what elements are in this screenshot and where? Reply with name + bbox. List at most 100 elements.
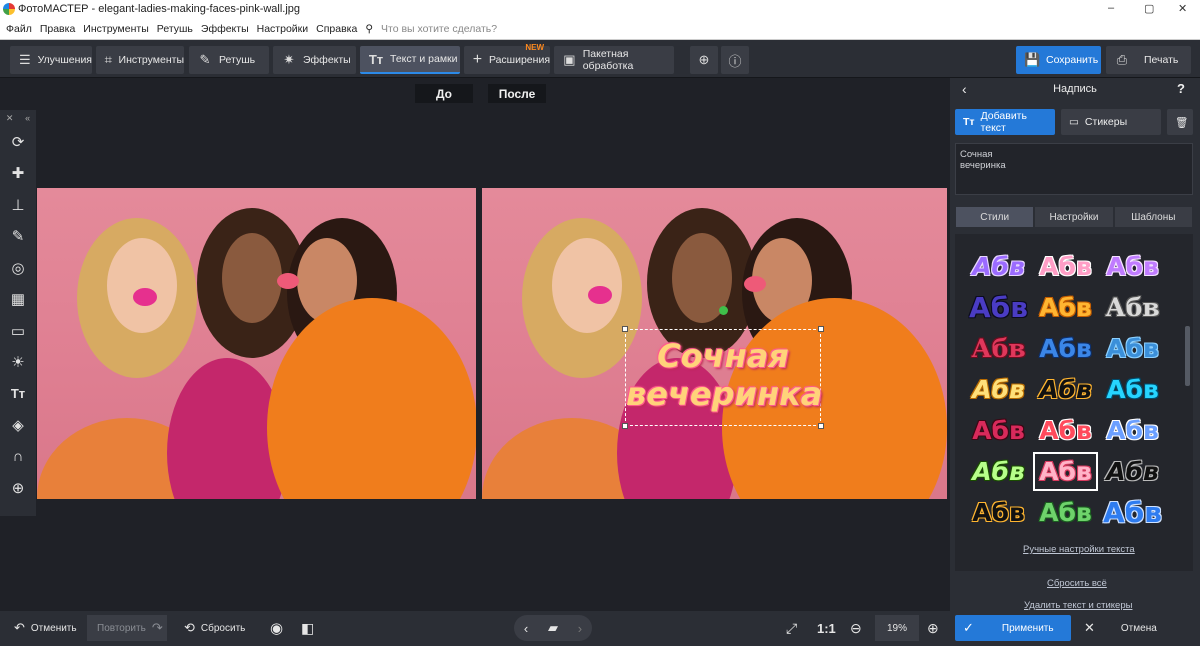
stickers-button[interactable]: ▭ Стикеры xyxy=(1061,109,1161,135)
text-style-swatch[interactable]: Абв xyxy=(1099,410,1166,451)
preview-eye-icon[interactable]: ◉ xyxy=(270,615,290,641)
menu-bar: Файл Правка Инструменты Ретушь Эффекты Н… xyxy=(0,18,1200,40)
zoom-in-icon[interactable]: ⊕ xyxy=(927,615,943,641)
delete-text-link[interactable]: Удалить текст и стикеры xyxy=(1024,600,1132,611)
text-style-swatch[interactable]: Абв xyxy=(1099,451,1166,492)
help-icon[interactable]: ? xyxy=(1177,81,1185,96)
text-style-swatch[interactable]: Абв xyxy=(1099,492,1166,533)
tab-tools[interactable]: ⌗ Инструменты xyxy=(96,46,184,74)
redo-button[interactable]: Повторить ↷ xyxy=(87,615,167,641)
text-style-swatch[interactable]: Абв xyxy=(1032,410,1099,451)
apply-button[interactable]: ✓ Применить xyxy=(955,615,1071,641)
text-style-swatch[interactable]: Абв xyxy=(1032,451,1099,492)
stamp-tool-icon[interactable]: ⊥ xyxy=(0,189,36,221)
fill-tool-icon[interactable]: ◈ xyxy=(0,410,36,442)
preset-info-icon: ⓘ xyxy=(728,53,742,69)
tab-styles[interactable]: Стили xyxy=(955,206,1035,228)
styles-scrollbar[interactable] xyxy=(1182,234,1193,571)
undo-icon: ↶ xyxy=(14,620,25,635)
rotate-handle[interactable] xyxy=(719,306,728,315)
tab-extensions[interactable]: + Расширения NEW xyxy=(464,43,550,74)
app-logo-icon xyxy=(3,3,15,15)
back-arrow-icon[interactable]: ‹ xyxy=(962,81,967,97)
search-input[interactable]: Что вы хотите сделать? xyxy=(381,23,497,35)
reset-all-link[interactable]: Сбросить всё xyxy=(1047,578,1107,589)
menu-retouch[interactable]: Ретушь xyxy=(157,23,193,35)
text-style-swatch[interactable]: Абв xyxy=(1032,328,1099,369)
text-style-swatch[interactable]: Абв xyxy=(965,369,1032,410)
text-style-swatch[interactable]: Абв xyxy=(965,492,1032,533)
tab-text-and-frames[interactable]: Tт Текст и рамки xyxy=(360,46,460,74)
text-style-swatch[interactable]: Абв xyxy=(1099,287,1166,328)
redo-icon: ↷ xyxy=(151,620,163,635)
batch-icon: ▣ xyxy=(563,52,576,67)
resize-handle-tr[interactable] xyxy=(818,326,824,332)
close-panel-icon[interactable]: ✕ xyxy=(6,113,14,124)
text-style-swatch[interactable]: Абв xyxy=(1099,328,1166,369)
cancel-button[interactable]: ✕ Отмена xyxy=(1078,615,1193,641)
scrollbar-thumb[interactable] xyxy=(1185,326,1190,386)
menu-tools[interactable]: Инструменты xyxy=(83,23,148,35)
text-style-swatch[interactable]: Абв xyxy=(965,246,1032,287)
fit-screen-icon[interactable]: ⤢ xyxy=(786,615,804,641)
tab-retouch[interactable]: ✎ Ретушь xyxy=(189,46,269,74)
zoom-100-button[interactable]: 1:1 xyxy=(817,615,839,641)
text-style-swatch[interactable]: Абв xyxy=(1032,492,1099,533)
next-file-icon[interactable]: › xyxy=(578,621,582,636)
close-button[interactable]: ✕ xyxy=(1178,2,1187,15)
add-text-button[interactable]: Tт Добавить текст xyxy=(955,109,1055,135)
manual-settings-link[interactable]: Ручные настройки текста xyxy=(1023,544,1135,555)
text-style-swatch[interactable]: Абв xyxy=(1032,246,1099,287)
zoom-level-field[interactable]: 19% xyxy=(875,615,919,641)
tab-effects[interactable]: ✷ Эффекты xyxy=(273,46,356,74)
reset-button[interactable]: ⟲ Сбросить xyxy=(184,615,250,641)
radial-filter-icon[interactable]: ◎ xyxy=(0,252,36,284)
text-overlay-box[interactable]: Сочная вечеринка xyxy=(622,306,824,429)
maximize-button[interactable]: ▢ xyxy=(1144,2,1154,15)
folder-icon[interactable]: ▰ xyxy=(548,620,558,636)
vignette-icon[interactable]: ▭ xyxy=(0,315,36,347)
save-icon: 💾 xyxy=(1024,52,1041,67)
add-preset-button[interactable]: ⊕ xyxy=(690,46,718,74)
minimize-button[interactable]: – xyxy=(1108,2,1114,14)
menu-file[interactable]: Файл xyxy=(0,23,32,35)
text-style-swatch[interactable]: Абв xyxy=(965,451,1032,492)
menu-settings[interactable]: Настройки xyxy=(257,23,309,35)
light-tool-icon[interactable]: ☀ xyxy=(0,347,36,379)
menu-effects[interactable]: Эффекты xyxy=(201,23,249,35)
text-style-swatch[interactable]: Абв xyxy=(965,410,1032,451)
preset-info-button[interactable]: ⓘ xyxy=(721,46,749,74)
resize-handle-bl[interactable] xyxy=(622,423,628,429)
text-style-swatch[interactable]: Абв xyxy=(965,287,1032,328)
delete-button[interactable]: 🗑 xyxy=(1167,109,1193,135)
menu-edit[interactable]: Правка xyxy=(40,23,75,35)
text-style-swatch[interactable]: Абв xyxy=(1099,246,1166,287)
brush-tool-icon[interactable]: ✎ xyxy=(0,221,36,253)
tab-templates[interactable]: Шаблоны xyxy=(1113,206,1193,228)
save-button[interactable]: 💾 Сохранить xyxy=(1016,46,1101,74)
tab-label: Текст и рамки xyxy=(390,53,458,65)
text-tool-icon[interactable]: Tт xyxy=(0,378,36,410)
text-style-swatch[interactable]: Абв xyxy=(965,328,1032,369)
tab-settings[interactable]: Настройки xyxy=(1034,206,1114,228)
magnet-tool-icon[interactable]: ∩ xyxy=(0,441,36,473)
tab-enhancements[interactable]: ☰ Улучшения xyxy=(10,46,92,74)
gradient-filter-icon[interactable]: ▦ xyxy=(0,284,36,316)
zoom-out-icon[interactable]: ⊖ xyxy=(850,615,866,641)
rotate-tool-icon[interactable]: ⟳ xyxy=(0,126,36,158)
resize-handle-br[interactable] xyxy=(818,423,824,429)
prev-file-icon[interactable]: ‹ xyxy=(524,621,528,636)
menu-help[interactable]: Справка xyxy=(316,23,357,35)
resize-handle-tl[interactable] xyxy=(622,326,628,332)
text-style-swatch[interactable]: Абв xyxy=(1032,369,1099,410)
text-input-area[interactable]: Сочная вечеринка xyxy=(955,143,1193,195)
text-style-swatch[interactable]: Абв xyxy=(1099,369,1166,410)
collapse-panel-icon[interactable]: « xyxy=(25,113,30,123)
globe-tool-icon[interactable]: ⊕ xyxy=(0,473,36,505)
text-style-swatch[interactable]: Абв xyxy=(1032,287,1099,328)
print-button[interactable]: ⎙ Печать xyxy=(1106,46,1191,74)
undo-button[interactable]: ↶ Отменить xyxy=(10,615,78,641)
healing-tool-icon[interactable]: ✚ xyxy=(0,158,36,190)
compare-icon[interactable]: ◧ xyxy=(301,615,321,641)
tab-batch-processing[interactable]: ▣ Пакетная обработка xyxy=(554,46,674,74)
